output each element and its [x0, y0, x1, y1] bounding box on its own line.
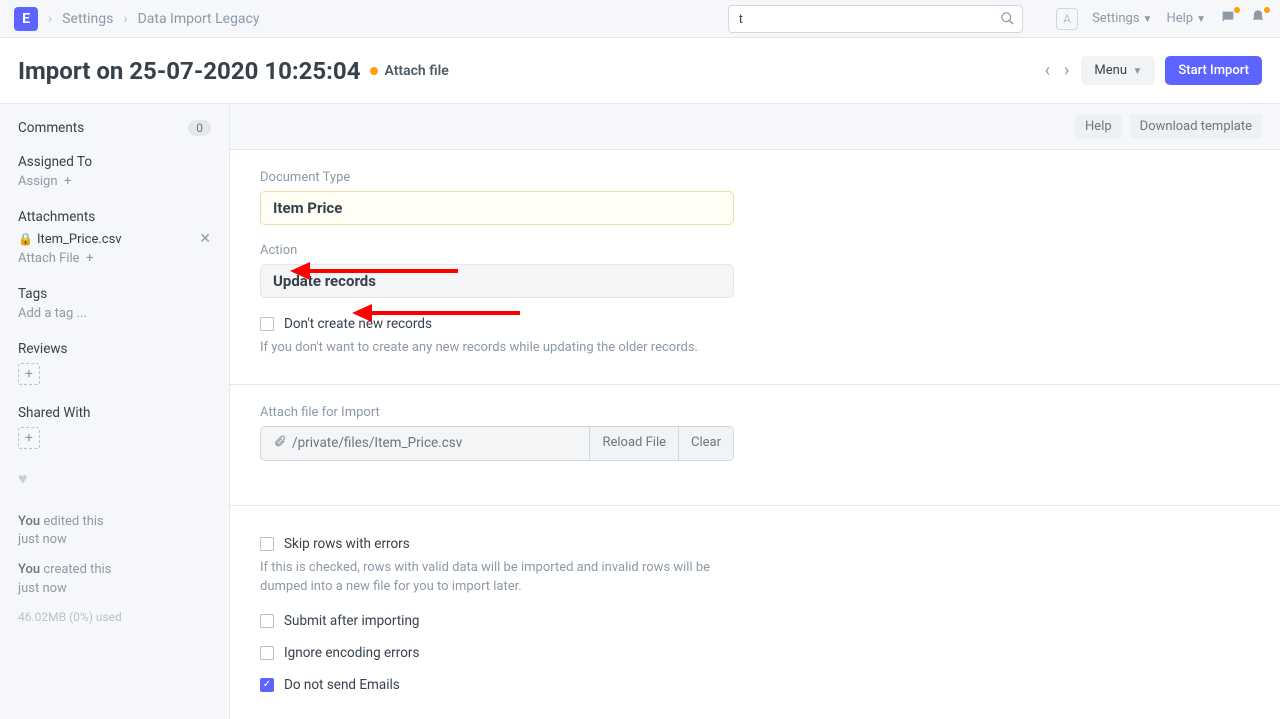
chevron-right-icon: › — [123, 11, 127, 27]
ignore-encoding-checkbox[interactable] — [260, 646, 274, 660]
chat-icon[interactable] — [1220, 9, 1236, 29]
skip-errors-checkbox[interactable] — [260, 537, 274, 551]
form-toolbar: Help Download template — [230, 104, 1280, 150]
nav-help[interactable]: Help▼ — [1166, 11, 1206, 26]
timeline-item: You created thisjust now — [18, 561, 211, 597]
start-import-button[interactable]: Start Import — [1165, 56, 1262, 85]
caret-down-icon: ▼ — [1196, 14, 1206, 25]
comments-label[interactable]: Comments — [18, 120, 84, 136]
doctype-input[interactable]: Item Price — [260, 191, 734, 225]
navbar: E › Settings › Data Import Legacy A Sett… — [0, 0, 1280, 38]
avatar[interactable]: A — [1056, 8, 1078, 30]
lock-icon: 🔒 — [18, 232, 33, 246]
submit-after-label: Submit after importing — [284, 613, 420, 629]
ignore-encoding-label: Ignore encoding errors — [284, 645, 419, 661]
file-path[interactable]: /private/files/Item_Price.csv — [261, 427, 589, 460]
chevron-right-icon: › — [48, 11, 52, 27]
add-tag-input[interactable]: Add a tag ... — [18, 306, 211, 321]
breadcrumb-settings[interactable]: Settings — [62, 11, 113, 27]
download-template-button[interactable]: Download template — [1130, 114, 1262, 139]
attachments-label: Attachments — [18, 209, 211, 225]
sidebar: Comments 0 Assigned To Assign + Attachme… — [0, 104, 230, 719]
paperclip-icon — [273, 435, 286, 452]
page-title: Import on 25-07-2020 10:25:04 — [18, 57, 360, 85]
main-content: Help Download template Document Type Ite… — [230, 104, 1280, 719]
skip-errors-label: Skip rows with errors — [284, 536, 410, 552]
reload-file-button[interactable]: Reload File — [589, 427, 678, 460]
caret-down-icon: ▼ — [1130, 66, 1142, 77]
caret-down-icon: ▼ — [1143, 14, 1153, 25]
storage-usage: 46.02MB (0%) used — [18, 610, 211, 624]
help-button[interactable]: Help — [1075, 114, 1122, 139]
menu-button[interactable]: Menu ▼ — [1081, 56, 1155, 85]
logo[interactable]: E — [14, 7, 38, 31]
attach-file-link[interactable]: Attach file — [384, 63, 448, 79]
notification-dot — [1234, 7, 1240, 13]
search-input[interactable] — [728, 5, 1023, 33]
no-create-label: Don't create new records — [284, 316, 432, 332]
assigned-to-label: Assigned To — [18, 154, 211, 170]
no-create-checkbox[interactable] — [260, 317, 274, 331]
doctype-label: Document Type — [260, 170, 734, 185]
assign-button[interactable]: Assign + — [18, 174, 211, 189]
reviews-label: Reviews — [18, 341, 211, 357]
file-input: /private/files/Item_Price.csv Reload Fil… — [260, 426, 734, 461]
tags-label: Tags — [18, 286, 211, 302]
like-button[interactable]: ♥ — [18, 469, 211, 489]
nav-settings[interactable]: Settings▼ — [1092, 11, 1152, 26]
page-header: Import on 25-07-2020 10:25:04 Attach fil… — [0, 38, 1280, 104]
skip-errors-help: If this is checked, rows with valid data… — [260, 558, 734, 597]
no-create-help: If you don't want to create any new reco… — [260, 338, 734, 358]
remove-attachment-button[interactable]: ✕ — [199, 231, 211, 247]
attachment-item[interactable]: 🔒Item_Price.csv — [18, 232, 122, 247]
search-icon[interactable] — [1000, 11, 1015, 30]
notification-dot — [1264, 7, 1270, 13]
timeline-item: You edited thisjust now — [18, 513, 211, 549]
action-select[interactable]: Update records — [260, 264, 734, 298]
add-review-button[interactable]: + — [18, 363, 40, 385]
unsaved-indicator — [370, 67, 378, 75]
next-doc-button[interactable]: › — [1062, 60, 1071, 81]
bell-icon[interactable] — [1250, 9, 1266, 29]
add-share-button[interactable]: + — [18, 427, 40, 449]
submit-after-checkbox[interactable] — [260, 614, 274, 628]
shared-with-label: Shared With — [18, 405, 211, 421]
breadcrumb-data-import[interactable]: Data Import Legacy — [138, 11, 260, 27]
attach-file-button[interactable]: Attach File + — [18, 251, 211, 266]
clear-file-button[interactable]: Clear — [678, 427, 733, 460]
comments-count: 0 — [188, 120, 211, 136]
action-label: Action — [260, 243, 734, 258]
prev-doc-button[interactable]: ‹ — [1043, 60, 1052, 81]
attach-file-label: Attach file for Import — [260, 405, 734, 420]
